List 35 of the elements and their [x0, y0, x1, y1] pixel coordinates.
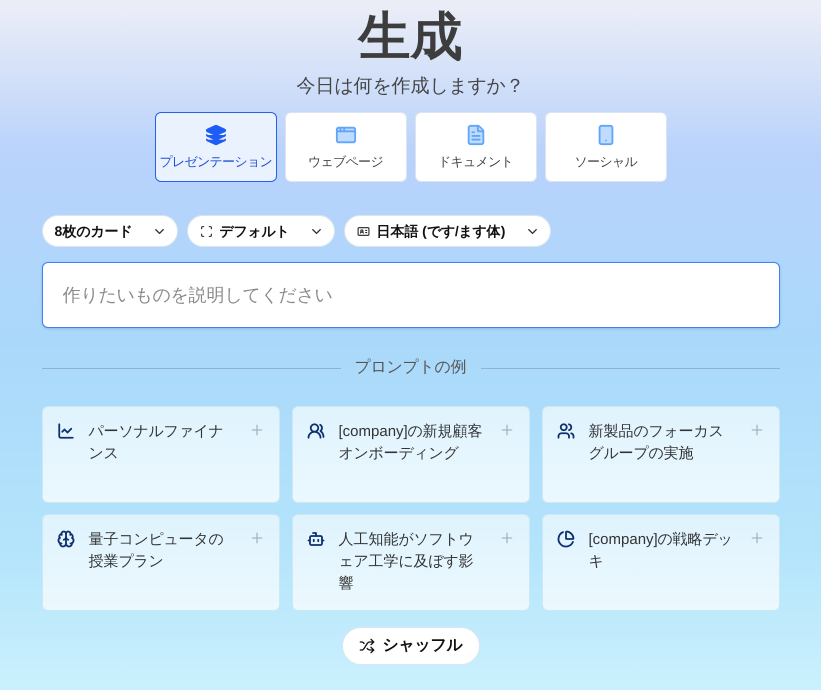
add-icon	[748, 422, 764, 438]
prompt-example-card[interactable]: 新製品のフォーカスグループの実施	[542, 406, 780, 503]
robot-icon	[306, 530, 324, 548]
content-type-tab[interactable]: ソーシャル	[544, 112, 666, 182]
page-title: 生成	[358, 7, 462, 68]
add-icon	[748, 530, 764, 546]
option-dropdown[interactable]: デフォルト	[187, 215, 336, 247]
section-heading: プロンプトの例	[354, 358, 466, 378]
add-icon	[248, 530, 264, 546]
language-card-icon	[357, 224, 370, 238]
option-dropdown[interactable]: 8枚のカード	[42, 215, 178, 247]
content-type-tab[interactable]: ドキュメント	[414, 112, 536, 182]
brain-icon	[56, 530, 74, 548]
people-icon	[306, 422, 324, 440]
shuffle-icon	[358, 638, 374, 654]
prompt-example-card[interactable]: [company]の戦略デッキ	[542, 514, 780, 611]
people-icon	[556, 422, 574, 440]
add-icon	[248, 422, 264, 438]
prompt-example-card[interactable]: 量子コンピュータの授業プラン	[42, 514, 280, 611]
content-type-tab[interactable]: ウェブページ	[284, 112, 406, 182]
content-type-tab[interactable]: プレゼンテーション	[154, 112, 276, 182]
prompt-example-card[interactable]: [company]の新規顧客オンボーディング	[292, 406, 530, 503]
line-chart-icon	[56, 422, 74, 440]
pie-chart-icon	[556, 530, 574, 548]
layers-icon	[204, 124, 226, 146]
subtitle: 今日は何を作成しますか？	[296, 75, 524, 99]
option-dropdown[interactable]: 日本語 (です/ます体)	[344, 215, 552, 247]
prompt-example-card[interactable]: 人工知能がソフトウェア工学に及ぼす影響	[292, 514, 530, 611]
add-icon	[498, 530, 514, 546]
add-icon	[498, 422, 514, 438]
prompt-input-field[interactable]: 作りたいものを説明してください	[42, 262, 780, 328]
frame-icon	[200, 224, 214, 238]
shuffle-button[interactable]: シャッフル	[342, 627, 480, 665]
browser-window-icon	[334, 124, 356, 146]
prompt-example-card[interactable]: パーソナルファイナンス	[42, 406, 280, 503]
